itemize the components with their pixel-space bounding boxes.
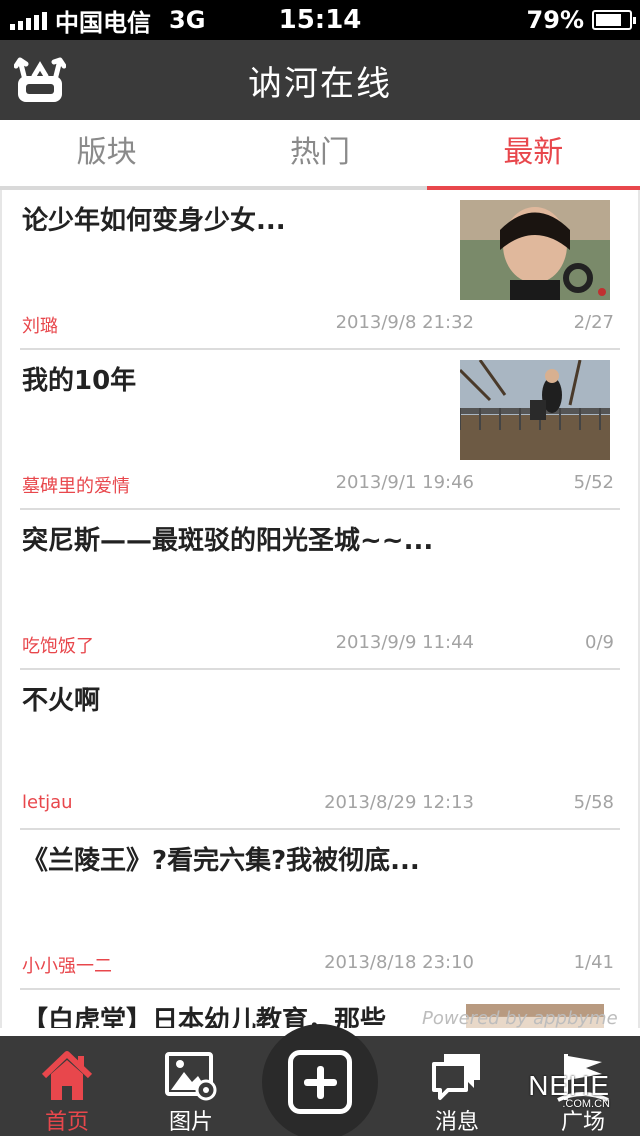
tab-pictures[interactable]: 图片 (136, 1036, 246, 1136)
tab-latest[interactable]: 最新 (426, 120, 640, 190)
post-reply-count: 2/27 (573, 312, 614, 333)
post-title: 《兰陵王》?看完六集?我被彻底... (22, 846, 420, 876)
battery-percent: 79% (526, 6, 584, 34)
site-watermark: NEHE .COM.CN (528, 1070, 610, 1110)
post-item[interactable]: 突尼斯——最斑驳的阳光圣城~~... 吃饱饭了 2013/9/9 11:44 0… (20, 510, 620, 670)
battery-icon (592, 10, 636, 30)
new-post-button[interactable] (262, 1024, 378, 1136)
post-meta: 刘璐 2013/9/8 21:32 2/27 (22, 312, 614, 338)
post-author[interactable]: 刘璐 (22, 312, 58, 338)
post-reply-count: 5/58 (573, 792, 614, 813)
post-date: 2013/9/9 11:44 (335, 632, 474, 653)
post-reply-count: 5/52 (573, 472, 614, 493)
plus-icon (288, 1050, 352, 1114)
page-title: 讷河在线 (248, 63, 392, 104)
post-thumbnail (460, 360, 610, 460)
tab-messages[interactable]: 消息 (402, 1036, 512, 1136)
post-meta: letjau 2013/8/29 12:13 5/58 (22, 792, 614, 816)
post-date: 2013/8/29 12:13 (324, 792, 474, 813)
post-title: 论少年如何变身少女... (22, 206, 286, 236)
nav-bar: 讷河在线 (0, 40, 640, 120)
section-tabs: 版块 热门 最新 (0, 120, 640, 190)
post-title: 不火啊 (22, 686, 101, 716)
tab-messages-label: 消息 (434, 1110, 479, 1135)
post-author[interactable]: 墓碑里的爱情 (22, 472, 130, 498)
picture-icon (165, 1052, 217, 1101)
tab-home[interactable]: 首页 (12, 1036, 122, 1136)
tab-home-label: 首页 (44, 1110, 89, 1135)
post-date: 2013/8/18 23:10 (324, 952, 474, 973)
post-reply-count: 1/41 (573, 952, 614, 973)
post-meta: 吃饱饭了 2013/9/9 11:44 0/9 (22, 632, 614, 658)
app-logo-icon[interactable] (14, 54, 66, 106)
post-title: 突尼斯——最斑驳的阳光圣城~~... (22, 526, 434, 556)
post-item[interactable]: 我的10年 墓碑里的爱情 2013/9/1 19:46 5/52 (20, 350, 620, 510)
home-icon (41, 1051, 93, 1100)
status-bar: 中国电信 3G 15:14 79% (0, 0, 640, 40)
post-item[interactable]: 《兰陵王》?看完六集?我被彻底... 小小强一二 2013/8/18 23:10… (20, 830, 620, 990)
post-item[interactable]: 论少年如何变身少女... 刘璐 2013/9/8 21:32 2/27 (20, 190, 620, 350)
post-date: 2013/9/1 19:46 (335, 472, 474, 493)
message-icon (432, 1054, 480, 1100)
post-date: 2013/9/8 21:32 (335, 312, 474, 333)
watermark-brand: NEHE (528, 1070, 610, 1101)
post-title: 我的10年 (22, 366, 137, 396)
tab-pictures-label: 图片 (168, 1110, 213, 1135)
post-author[interactable]: 小小强一二 (22, 952, 112, 978)
post-meta: 小小强一二 2013/8/18 23:10 1/41 (22, 952, 614, 978)
tab-hot[interactable]: 热门 (213, 120, 427, 190)
battery-status: 79% (526, 0, 636, 40)
post-reply-count: 0/9 (585, 632, 614, 653)
tab-boards[interactable]: 版块 (0, 120, 214, 190)
post-item[interactable]: 不火啊 letjau 2013/8/29 12:13 5/58 (20, 670, 620, 830)
post-list[interactable]: 论少年如何变身少女... 刘璐 2013/9/8 21:32 2/27 我的10… (0, 190, 640, 1028)
post-thumbnail (460, 200, 610, 300)
post-author[interactable]: 吃饱饭了 (22, 632, 94, 658)
post-title: 【白虎堂】日本幼儿教育，那些 (22, 1006, 387, 1028)
post-author[interactable]: letjau (22, 792, 73, 813)
post-meta: 墓碑里的爱情 2013/9/1 19:46 5/52 (22, 472, 614, 498)
powered-by-watermark: Powered by appbyme (422, 1008, 618, 1029)
